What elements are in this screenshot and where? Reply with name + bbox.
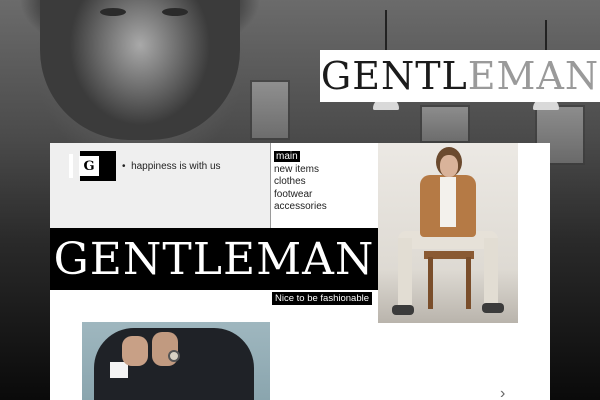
logo-bar [69,154,73,178]
jacket-photo[interactable] [82,322,270,400]
chevron-right-icon[interactable]: › [500,385,505,400]
model-shoe [392,305,414,315]
model-shoe [482,303,504,313]
watch [168,350,180,362]
menu-item-new-items[interactable]: new items [274,164,327,177]
top-banner: GENTLEMAN [320,50,600,102]
portrait-eye [100,8,126,16]
shirt-cuff [110,362,128,378]
model-photo[interactable] [378,143,518,323]
background-window [250,80,290,140]
menu-item-clothes[interactable]: clothes [274,176,327,189]
tagline-text: happiness is with us [131,161,221,172]
logo-letter: G [79,156,99,176]
background-window [420,105,470,143]
banner-title: GENTLEMAN [320,54,600,98]
menu-item-main[interactable]: main [274,151,327,164]
hero-slogan: Nice to be fashionable [272,292,373,305]
menu-item-accessories[interactable]: accessories [274,201,327,214]
hero-title: GENTLEMAN [53,233,375,285]
model-face [440,155,458,177]
menu-item-footwear[interactable]: footwear [274,189,327,202]
hand [122,336,148,366]
model-leg [484,238,498,306]
portrait-eye [162,8,188,16]
portrait-face [40,0,240,140]
stool-leg [428,257,433,309]
tagline: • happiness is with us [122,161,221,172]
logo-icon[interactable]: G [69,151,116,181]
hero-title-band: GENTLEMAN [50,228,378,290]
main-menu: main new items clothes footwear accessor… [274,151,327,214]
menu-divider [270,143,271,228]
model-shirt [440,177,456,227]
model-leg [398,238,412,306]
stool-leg [466,257,471,309]
